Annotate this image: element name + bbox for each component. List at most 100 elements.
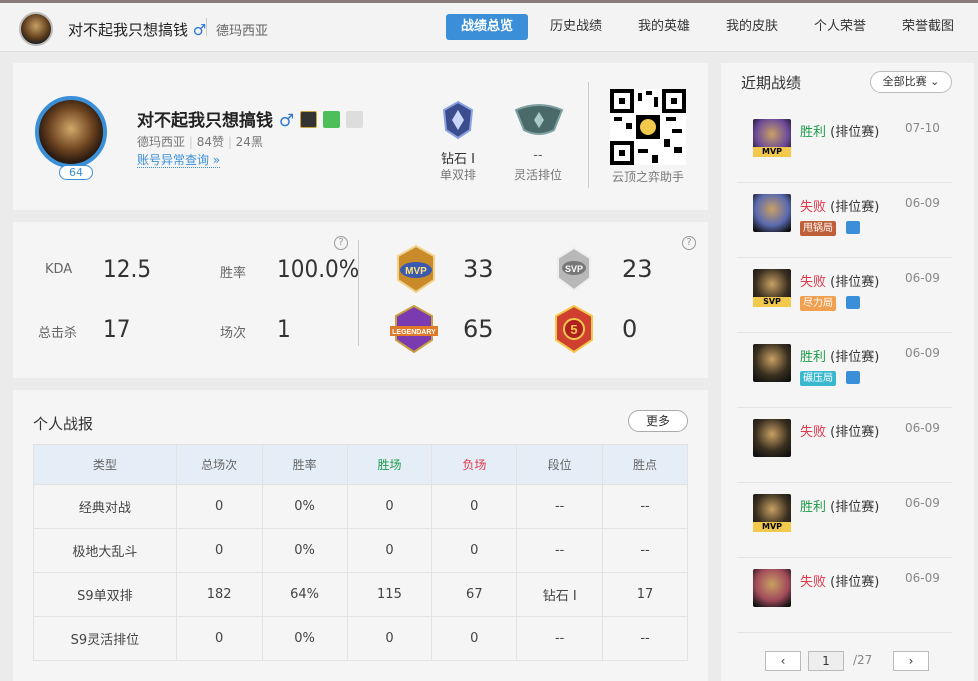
help-icon[interactable]: ? [334,236,348,250]
games-label: 场次 [220,326,247,341]
table-cell: -- [516,484,604,529]
table-header-row: 类型 总场次 胜率 胜场 负场 段位 胜点 [33,444,688,485]
table-cell: -- [516,616,604,661]
tab-overview[interactable]: 战绩总览 [446,14,528,40]
hero-portrait[interactable] [753,419,791,457]
screenshot-icon[interactable] [846,221,860,234]
table-cell: 0 [431,528,518,573]
match-result: 失败 (排位赛) [800,196,879,215]
match-result-text: 失败 [800,200,827,215]
table-cell: 17 [602,572,688,617]
header-avatar[interactable] [19,12,53,46]
help-icon[interactable]: ? [682,236,696,250]
kills-value: 17 [103,315,131,343]
more-button[interactable]: 更多 [628,410,688,432]
screenshot-icon[interactable] [846,296,860,309]
tab-history[interactable]: 历史战绩 [540,14,612,40]
match-result-text: 失败 [800,575,827,590]
col-total: 总场次 [175,444,263,485]
table-cell: 极地大乱斗 [33,528,177,573]
match-result: 胜利 (排位赛) [800,346,879,365]
profile-region: 德玛西亚 [137,135,186,149]
kda-label: KDA [45,262,73,277]
match-badge: MVP [753,147,791,157]
current-page[interactable]: 1 [808,651,844,671]
match-item[interactable]: 胜利 (排位赛) 06-09 碾压局 [737,333,952,408]
report-title: 个人战报 [33,415,94,433]
solo-queue-label: 单双排 [439,168,476,182]
copy-icon[interactable] [323,111,341,128]
tab-honors[interactable]: 个人荣誉 [804,14,876,40]
level-badge: 64 [59,165,93,180]
flex-queue-label: 灵活排位 [513,168,562,182]
table-cell: 经典对战 [33,484,177,529]
report-table: 类型 总场次 胜率 胜场 负场 段位 胜点 经典对战 0 0% 0 0 -- -- 极地大乱斗… [33,444,688,661]
hero-portrait[interactable]: SVP [753,269,791,307]
match-item[interactable]: 失败 (排位赛) 06-09 [737,408,952,483]
match-date: 06-09 [905,496,940,510]
table-cell: 0 [175,616,263,661]
match-item[interactable]: MVP 胜利 (排位赛) 07-10 [737,108,952,183]
svg-text:SVP: SVP [565,264,583,274]
profile-likes: 84赞 [196,135,224,149]
male-icon: ♂ [278,111,295,131]
abnormal-query[interactable]: 账号异常查询 » [137,151,221,168]
legendary-medal-icon: LEGENDARY [390,304,438,354]
tab-heroes[interactable]: 我的英雄 [628,14,700,40]
table-row: S9灵活排位 0 0% 0 0 -- -- [33,616,688,661]
hero-portrait[interactable] [753,569,791,607]
honor-badge-icon[interactable] [300,111,318,128]
table-cell: 0% [261,484,348,529]
hero-portrait[interactable]: MVP [753,119,791,157]
match-result: 失败 (排位赛) [800,271,879,290]
match-badge: SVP [753,297,791,307]
table-cell: S9灵活排位 [33,616,177,661]
match-item[interactable]: 失败 (排位赛) 06-09 甩锅局 [737,183,952,258]
col-type: 类型 [33,444,177,485]
qr-code[interactable] [610,89,686,165]
col-winrate: 胜率 [261,444,348,485]
header-nickname-text: 对不起我只想搞钱 [68,21,189,39]
match-result: 失败 (排位赛) [800,571,879,590]
vibrate-icon[interactable] [345,111,363,128]
hero-portrait[interactable] [753,344,791,382]
kda-value: 12.5 [103,255,152,283]
next-page-button[interactable]: › [893,651,929,671]
hero-portrait[interactable]: MVP [753,494,791,532]
hero-portrait[interactable] [753,194,791,232]
tab-skins[interactable]: 我的皮肤 [716,14,788,40]
profile-avatar[interactable] [35,96,107,168]
tab-screenshots[interactable]: 荣誉截图 [892,14,964,40]
profile-name: 对不起我只想搞钱 ♂ [137,106,363,131]
abnormal-query-link[interactable]: 账号异常查询 » [137,153,221,168]
match-type: (排位赛) [830,500,880,515]
mvp-medal-icon: MVP [397,244,435,294]
prev-page-button[interactable]: ‹ [765,651,801,671]
match-tag: 碾压局 [800,371,836,386]
col-losses: 负场 [431,444,518,485]
male-icon: ♂ [192,21,207,39]
match-result-text: 胜利 [800,500,827,515]
svg-text:LEGENDARY: LEGENDARY [392,329,436,336]
match-item[interactable]: SVP 失败 (排位赛) 06-09 尽力局 [737,258,952,333]
match-result: 失败 (排位赛) [800,421,879,440]
table-cell: -- [516,528,604,573]
profile-divider [588,82,589,188]
match-item[interactable]: 失败 (排位赛) 06-09 [737,558,952,633]
screenshot-icon[interactable] [846,371,860,384]
table-cell: 182 [175,572,263,617]
table-cell: 0 [175,528,263,573]
svg-text:5: 5 [570,322,577,337]
match-date: 07-10 [905,121,940,135]
match-tag: 尽力局 [800,296,836,311]
match-filter-dropdown[interactable]: 全部比赛 ⌄ [870,71,952,93]
table-cell: 0 [346,616,433,661]
flex-rank: -- [533,148,543,163]
profile-blacks: 24黑 [235,135,263,149]
svg-text:MVP: MVP [405,266,427,277]
match-type: (排位赛) [830,575,880,590]
match-type: (排位赛) [830,350,880,365]
match-tag: 甩锅局 [800,221,836,236]
match-item[interactable]: MVP 胜利 (排位赛) 06-09 [737,483,952,558]
games-value: 1 [277,315,291,343]
